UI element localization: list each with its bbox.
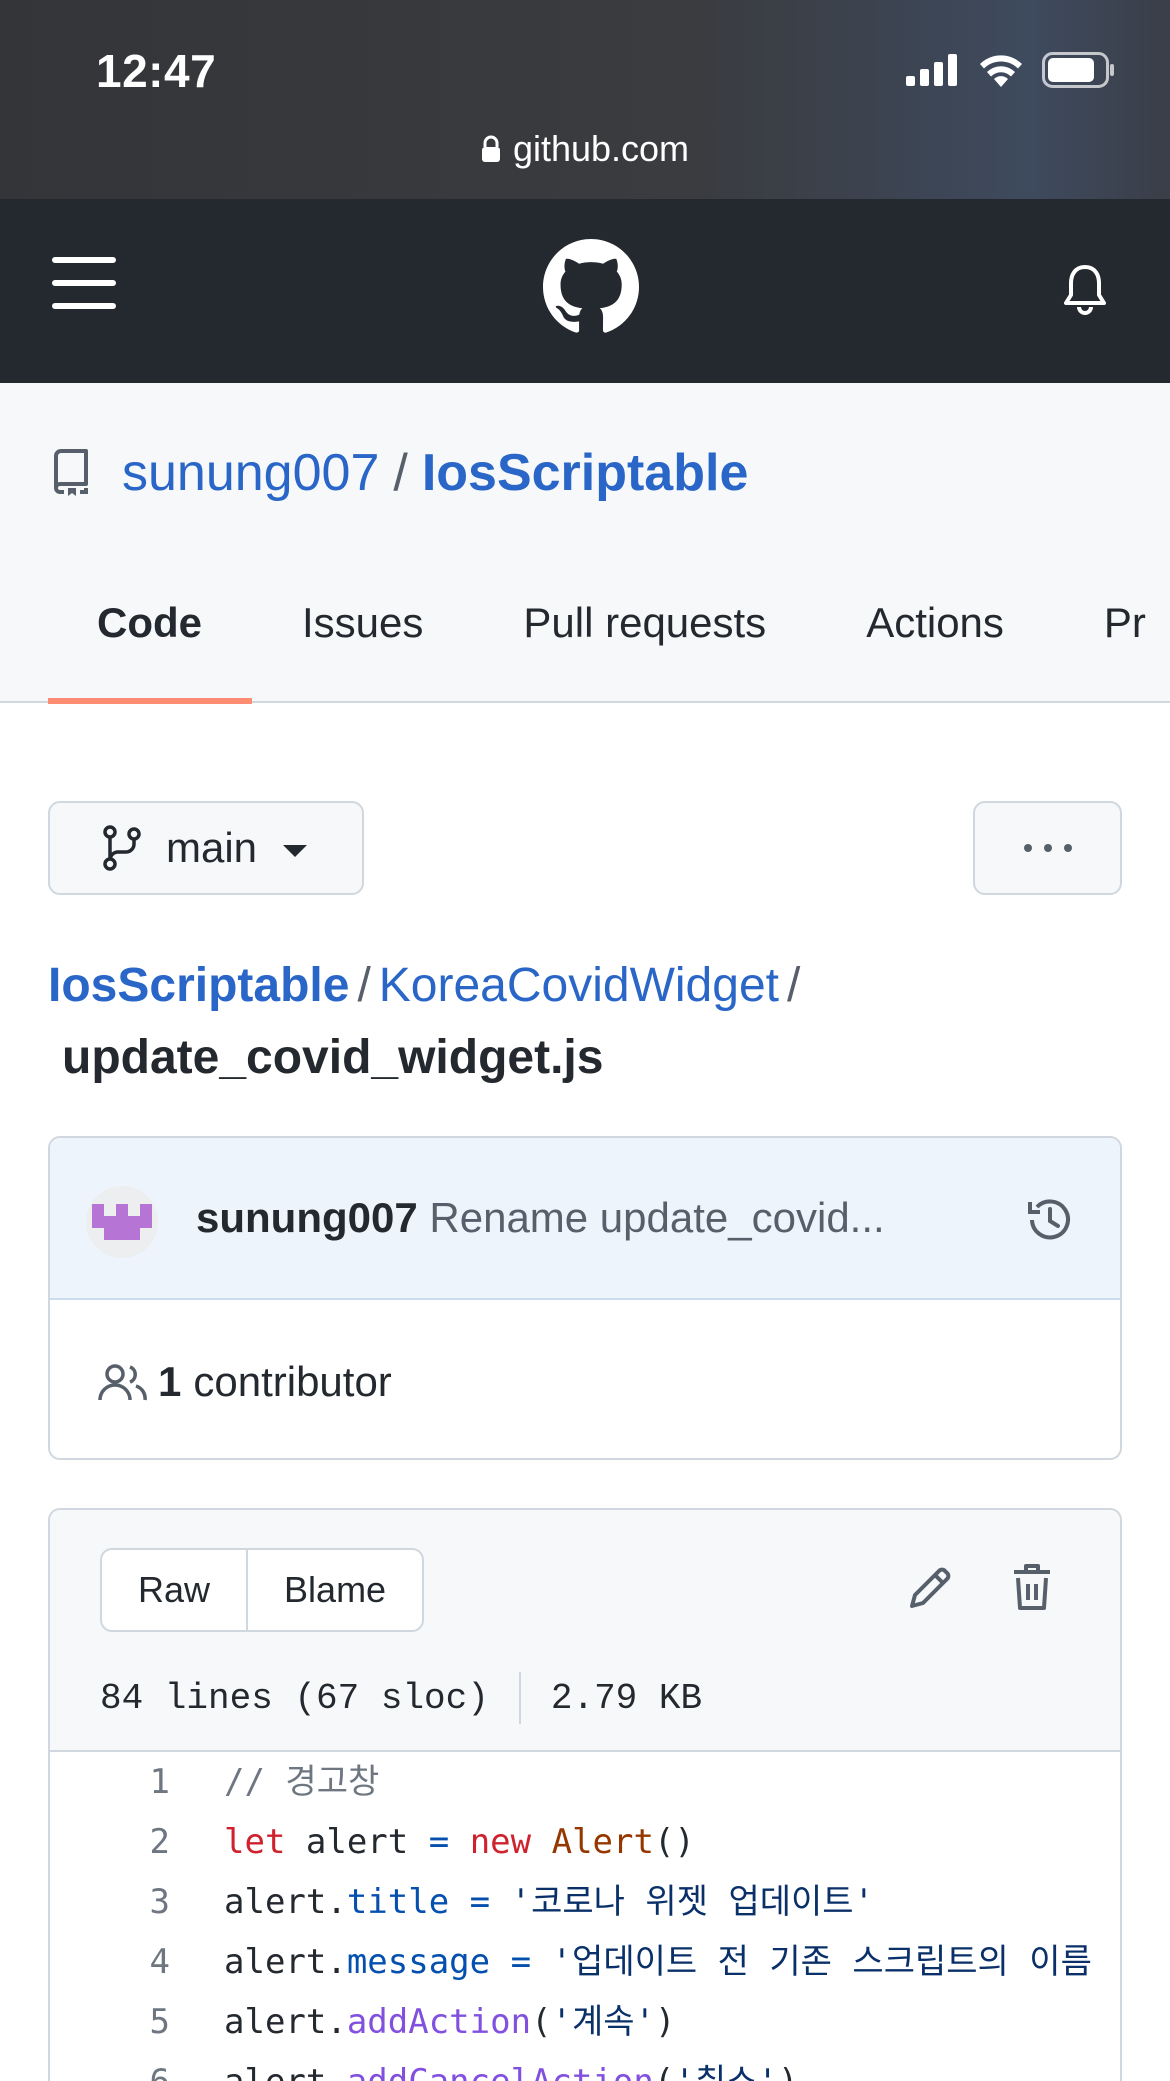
raw-button[interactable]: Raw bbox=[102, 1550, 246, 1630]
repo-owner-link[interactable]: sunung007 bbox=[122, 443, 379, 503]
breadcrumb-folder-link[interactable]: KoreaCovidWidget bbox=[379, 959, 779, 1012]
people-icon bbox=[98, 1364, 147, 1401]
kebab-dot-icon bbox=[1043, 844, 1052, 852]
code-line: 2 let alert = new Alert() bbox=[50, 1812, 1120, 1872]
chevron-down-icon bbox=[283, 845, 308, 857]
file-view-buttons: Raw Blame bbox=[100, 1548, 425, 1632]
code-text: alert.title = '코로나 위젯 업데이트' bbox=[224, 1882, 875, 1922]
tab-code[interactable]: Code bbox=[48, 583, 252, 704]
url-bar[interactable]: github.com bbox=[0, 128, 1170, 170]
line-number[interactable]: 2 bbox=[50, 1812, 170, 1872]
github-logo-icon[interactable] bbox=[543, 239, 639, 335]
line-number[interactable]: 5 bbox=[50, 1992, 170, 2052]
repo-tabs: Code Issues Pull requests Actions Pr bbox=[48, 583, 1170, 704]
tab-issues[interactable]: Issues bbox=[252, 583, 473, 703]
system-icons bbox=[906, 52, 1116, 88]
branch-name: main bbox=[166, 824, 258, 871]
code-line: 3 alert.title = '코로나 위젯 업데이트' bbox=[50, 1872, 1120, 1932]
file-lines-info: 84 lines (67 sloc) bbox=[100, 1677, 489, 1719]
wifi-icon bbox=[980, 55, 1022, 87]
file-header: Raw Blame 84 lines (67 sloc) 2.79 KB bbox=[50, 1510, 1120, 1752]
tab-actions[interactable]: Actions bbox=[816, 583, 1054, 703]
repo-header: sunung007 / IosScriptable Code Issues Pu… bbox=[0, 383, 1170, 704]
signal-icon bbox=[906, 54, 957, 86]
code-text: alert.message = '업데이트 전 기존 스크립트의 이름 bbox=[224, 1942, 1092, 1982]
menu-icon[interactable] bbox=[52, 257, 116, 309]
latest-commit[interactable]: sunung007 Rename update_covid... bbox=[50, 1138, 1120, 1300]
code-line: 6alert.addCancelAction('취소') bbox=[50, 2052, 1120, 2081]
latest-commit-box: sunung007 Rename update_covid... 1 contr… bbox=[48, 1136, 1122, 1460]
code-text: // 경고창 bbox=[224, 1762, 380, 1802]
code-text: alert.addCancelAction('취소') bbox=[170, 2052, 798, 2081]
code-text: alert.addAction('계속') bbox=[224, 2002, 676, 2042]
commit-author-link[interactable]: sunung007 bbox=[196, 1194, 418, 1241]
repo-name-link[interactable]: IosScriptable bbox=[422, 443, 749, 503]
code-text: let alert = new Alert() bbox=[224, 1822, 695, 1862]
code-line: 5 alert.addAction('계속') bbox=[50, 1992, 1120, 2052]
tab-pull-requests[interactable]: Pull requests bbox=[473, 583, 816, 703]
file-meta: 84 lines (67 sloc) 2.79 KB bbox=[100, 1672, 702, 1724]
kebab-dot-icon bbox=[1023, 844, 1032, 852]
repo-title: sunung007 / IosScriptable bbox=[50, 443, 748, 503]
more-options-button[interactable] bbox=[973, 801, 1122, 895]
commit-message-link[interactable]: Rename update_covid... bbox=[429, 1194, 884, 1241]
breadcrumb-root-link[interactable]: IosScriptable bbox=[48, 959, 349, 1012]
blame-button[interactable]: Blame bbox=[246, 1550, 422, 1630]
battery-icon bbox=[1042, 52, 1114, 88]
lock-icon bbox=[481, 135, 500, 162]
github-header bbox=[0, 199, 1170, 383]
code-line: 1 // 경고창 bbox=[50, 1752, 1120, 1812]
file-size: 2.79 KB bbox=[550, 1677, 703, 1719]
status-bar: 12:47 github.com bbox=[0, 0, 1170, 199]
divider bbox=[518, 1672, 521, 1724]
clock: 12:47 bbox=[96, 45, 217, 97]
avatar[interactable] bbox=[86, 1186, 158, 1258]
code-line: 4 alert.message = '업데이트 전 기존 스크립트의 이름 bbox=[50, 1932, 1120, 1992]
breadcrumb-separator: / bbox=[786, 959, 801, 1012]
contributors[interactable]: 1 contributor bbox=[98, 1358, 392, 1406]
line-number[interactable]: 6 bbox=[50, 2052, 170, 2081]
url-text: github.com bbox=[512, 128, 690, 169]
line-number[interactable]: 3 bbox=[50, 1872, 170, 1932]
git-branch-icon bbox=[103, 825, 141, 871]
commit-line: sunung007 Rename update_covid... bbox=[196, 1194, 885, 1242]
edit-pencil-icon[interactable] bbox=[906, 1564, 954, 1612]
notifications-bell-icon[interactable] bbox=[1062, 263, 1108, 315]
branch-select-button[interactable]: main bbox=[48, 801, 364, 895]
tab-projects[interactable]: Pr bbox=[1054, 583, 1170, 703]
identicon-icon bbox=[92, 1204, 152, 1240]
breadcrumb-separator: / bbox=[357, 959, 371, 1012]
delete-trash-icon[interactable] bbox=[1012, 1562, 1052, 1612]
line-number[interactable]: 1 bbox=[50, 1752, 170, 1812]
breadcrumb-file-name: update_covid_widget.js bbox=[62, 1031, 604, 1084]
contributors-label: contributor bbox=[193, 1358, 392, 1405]
kebab-dot-icon bbox=[1063, 844, 1072, 852]
repo-icon bbox=[54, 449, 88, 496]
file-viewer: Raw Blame 84 lines (67 sloc) 2.79 KB 1 //… bbox=[48, 1508, 1122, 2081]
line-number[interactable]: 4 bbox=[50, 1932, 170, 1992]
history-icon[interactable] bbox=[1024, 1194, 1076, 1246]
repo-separator: / bbox=[393, 444, 408, 502]
breadcrumb: IosScriptable / KoreaCovidWidget / update_c… bbox=[48, 950, 1128, 1094]
contributors-count: 1 bbox=[158, 1358, 182, 1405]
code-listing: 1 // 경고창 2 let alert = new Alert() 3 alert.ti… bbox=[50, 1752, 1120, 2081]
